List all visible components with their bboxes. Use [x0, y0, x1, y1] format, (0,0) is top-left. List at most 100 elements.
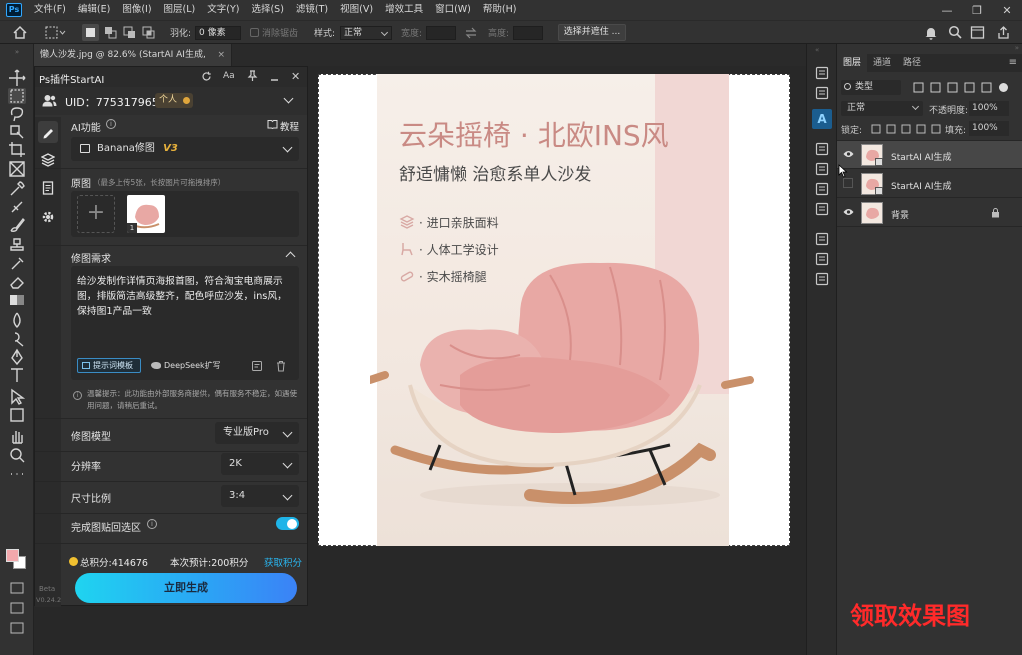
lock-transparent-icon[interactable] [871, 124, 881, 134]
home-icon[interactable] [12, 25, 28, 40]
retouch-nav-icon[interactable] [38, 121, 58, 143]
menu-item-10[interactable]: 帮助(H) [477, 0, 523, 20]
search-icon[interactable] [948, 25, 963, 40]
lock-icon[interactable] [991, 208, 1000, 218]
pixel-filter-icon[interactable] [913, 82, 924, 93]
layers-collapse-icon[interactable]: » [837, 44, 1022, 54]
shape-filter-icon[interactable] [964, 82, 975, 93]
menu-item-5[interactable]: 选择(S) [245, 0, 289, 20]
blend-mode-select[interactable]: 正常 [841, 101, 923, 116]
shape-tool-icon[interactable] [8, 407, 26, 423]
resolution-select[interactable]: 2K [221, 453, 299, 475]
panel-menu-icon[interactable]: ≡ [1003, 54, 1022, 72]
crop-tool-icon[interactable] [8, 142, 26, 158]
get-points-link[interactable]: 获取积分 [264, 555, 302, 569]
menu-item-2[interactable]: 图像(I) [116, 0, 157, 20]
feather-input[interactable]: 0 像素 [195, 26, 241, 40]
minimize-panel-icon[interactable] [269, 70, 280, 82]
strip-collapse-icon[interactable]: « [815, 46, 819, 54]
menu-item-1[interactable]: 编辑(E) [72, 0, 116, 20]
requirement-textarea[interactable]: 给沙发制作详情页海报首图，符合淘宝电商展示图，排版简洁高级整齐，配色呼应沙发，i… [71, 266, 299, 380]
user-menu-chevron-icon[interactable] [283, 93, 294, 104]
subtract-selection-icon[interactable] [121, 24, 138, 41]
tab-paths[interactable]: 路径 [897, 54, 927, 72]
histogram-panel-icon[interactable] [815, 232, 829, 246]
swatches-panel-icon[interactable] [815, 162, 829, 176]
blur-tool-icon[interactable] [8, 312, 26, 328]
artboard-icon[interactable] [8, 620, 26, 636]
history-icon[interactable] [251, 360, 263, 372]
lock-artboard-icon[interactable] [916, 124, 926, 134]
antialias-checkbox[interactable] [250, 28, 259, 37]
layer-filter-select[interactable]: 类型 [841, 80, 901, 95]
menu-item-3[interactable]: 图层(L) [158, 0, 202, 20]
lock-all-icon[interactable] [931, 124, 941, 134]
workspace-icon[interactable] [970, 25, 985, 40]
font-size-icon[interactable]: Aa [223, 71, 235, 81]
swap-icon[interactable] [464, 26, 478, 40]
close-tab-icon[interactable]: × [217, 44, 225, 66]
move-tool-icon[interactable] [8, 69, 26, 86]
plugin-panel-icon[interactable] [815, 142, 829, 156]
menu-item-9[interactable]: 窗口(W) [429, 0, 477, 20]
patterns-panel-icon[interactable] [815, 202, 829, 216]
menu-item-4[interactable]: 文字(Y) [201, 0, 245, 20]
prompt-template-button[interactable]: 提示词模板 [77, 358, 141, 373]
lock-move-icon[interactable] [901, 124, 911, 134]
visibility-eye-icon[interactable] [843, 150, 854, 158]
menu-item-6[interactable]: 滤镜(T) [290, 0, 334, 20]
share-icon[interactable] [996, 25, 1011, 40]
uploaded-image-thumb[interactable]: 1 [127, 195, 165, 233]
ratio-select[interactable]: 3:4 [221, 485, 299, 507]
paste-back-toggle[interactable] [276, 517, 299, 530]
chevron-up-icon[interactable] [285, 251, 296, 262]
navigator-panel-icon[interactable] [815, 272, 829, 286]
eyedropper-tool-icon[interactable] [8, 181, 26, 197]
adjust-filter-icon[interactable] [930, 82, 941, 93]
fill-input[interactable]: 100% [969, 121, 1009, 136]
layers-nav-icon[interactable] [41, 153, 55, 167]
type-filter-icon[interactable] [947, 82, 958, 93]
refresh-icon[interactable] [201, 71, 212, 82]
ai-function-select[interactable]: Banana修图 V3 [71, 137, 299, 161]
menu-item-7[interactable]: 视图(V) [334, 0, 379, 20]
document-nav-icon[interactable] [41, 181, 55, 195]
minimize-button[interactable]: — [932, 0, 962, 20]
deepseek-button[interactable]: DeepSeek扩写 [151, 359, 221, 372]
visibility-toggle-empty[interactable] [843, 178, 853, 188]
brush-tool-icon[interactable] [8, 217, 26, 233]
maximize-button[interactable]: ❐ [962, 0, 992, 20]
marquee-tool-icon[interactable] [44, 25, 66, 40]
add-image-button[interactable]: + [77, 195, 115, 233]
info-icon[interactable]: i [106, 119, 116, 129]
visibility-eye-icon[interactable] [843, 208, 854, 216]
pin-icon[interactable] [247, 70, 258, 82]
paste-back-info-icon[interactable]: i [147, 519, 157, 529]
rect-marquee-tool-icon[interactable] [8, 88, 26, 104]
toolbar-collapse-icon[interactable]: » [0, 48, 34, 56]
layer-row[interactable]: StartAI AI生成 [837, 170, 1022, 198]
pen-tool-icon[interactable] [8, 348, 26, 366]
hand-tool-icon[interactable] [8, 428, 26, 444]
history-brush-tool-icon[interactable] [8, 256, 26, 272]
select-and-mask-button[interactable]: 选择并遮住 ... [558, 24, 626, 41]
gradient-tool-icon[interactable] [8, 292, 26, 308]
frame-tool-icon[interactable] [8, 161, 26, 177]
screen-mode-icon[interactable] [8, 600, 26, 616]
dodge-tool-icon[interactable] [8, 330, 26, 347]
settings-gear-icon[interactable] [41, 210, 55, 224]
retouch-model-select[interactable]: 专业版Pro [215, 422, 299, 444]
close-window-button[interactable]: ✕ [992, 0, 1022, 20]
layer-row[interactable]: StartAI AI生成 [837, 141, 1022, 169]
type-tool-icon[interactable] [8, 367, 26, 383]
zoom-tool-icon[interactable] [8, 447, 26, 463]
bell-icon[interactable] [924, 25, 938, 40]
layer-row[interactable]: 背景 [837, 199, 1022, 227]
object-select-tool-icon[interactable] [8, 124, 26, 140]
tab-channels[interactable]: 通道 [867, 54, 897, 72]
tab-layers[interactable]: 图层 [837, 54, 868, 72]
generate-button[interactable]: 立即生成 [75, 573, 297, 603]
document-tab[interactable]: 懒人沙发.jpg @ 82.6% (StartAI AI生成, RGB/8) *… [34, 44, 232, 82]
more-tools-icon[interactable] [8, 466, 26, 482]
close-panel-icon[interactable]: ✕ [291, 70, 300, 83]
